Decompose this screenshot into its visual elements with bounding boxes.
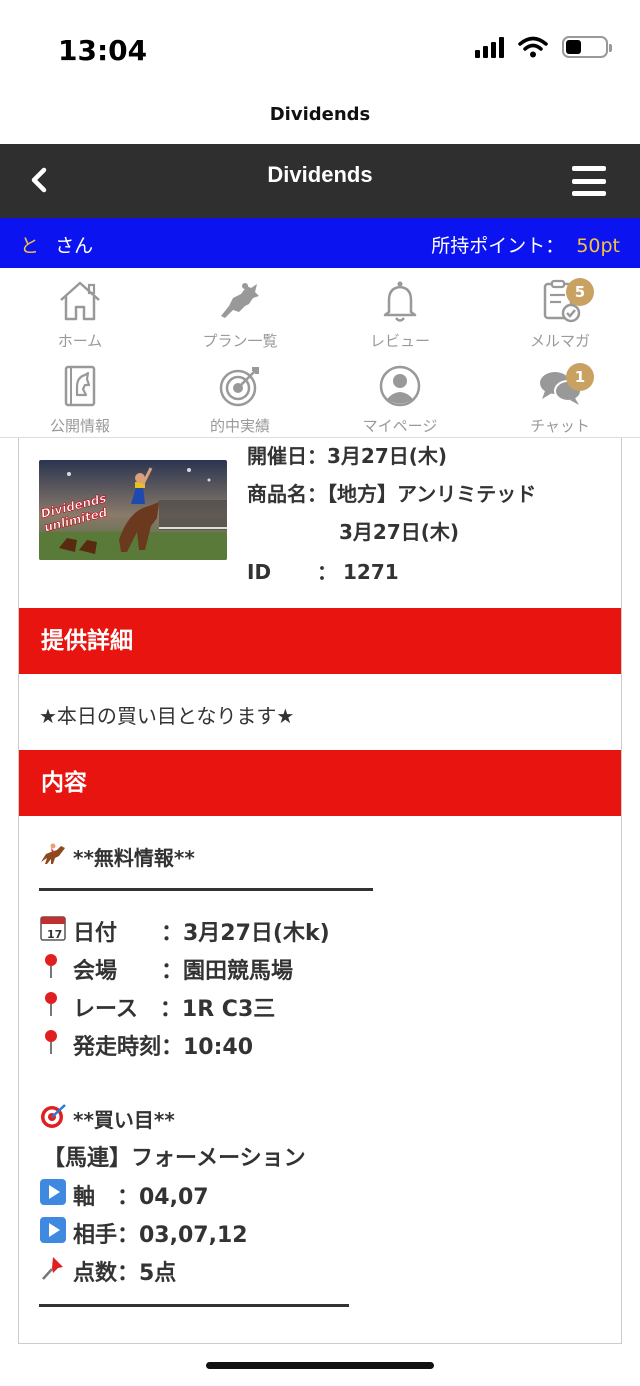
nav-label-mailmag: メルマガ: [529, 332, 590, 350]
details-text: ★本日の買い目となります★: [39, 704, 295, 728]
book-horse-icon: [64, 365, 96, 407]
target-icon: [219, 367, 259, 407]
hamburger-menu-icon[interactable]: [572, 166, 606, 196]
points-display: 所持ポイント： 50pt: [431, 231, 620, 258]
meta-name-label: 商品名：: [247, 482, 327, 506]
horse-icon: [221, 283, 259, 318]
nav-label-hits: 的中実績: [209, 417, 270, 435]
nav-label-mypage: マイページ: [362, 417, 438, 435]
play-button-icon: [39, 1216, 69, 1250]
nav-item-home[interactable]: ホーム: [0, 268, 160, 353]
venue-line-text: 会場 ：園田競馬場: [73, 959, 294, 984]
chat-badge: 1: [566, 363, 594, 391]
user-name: と さん: [20, 231, 93, 258]
date-line: 17 日付 ：3月27日(木k): [39, 914, 330, 948]
free-info-text: **無料情報**: [73, 846, 195, 870]
user-bar: と さん 所持ポイント： 50pt: [0, 218, 640, 268]
nav-label-review: レビュー: [369, 332, 430, 350]
section-heading-contents: 内容: [19, 750, 621, 816]
buy-title: **買い目**: [39, 1102, 175, 1135]
partner-line: 相手：03,07,12: [39, 1216, 248, 1250]
app-header: Dividends: [0, 144, 640, 218]
product-image: Dividends unlimited: [39, 460, 227, 560]
divider: [39, 1304, 349, 1307]
pushpin-icon: [39, 1254, 69, 1288]
user-name-suffix: さん: [55, 235, 94, 257]
partner-line-text: 相手：03,07,12: [73, 1223, 248, 1248]
home-indicator[interactable]: [206, 1362, 434, 1369]
meta-id-sep: ：: [317, 560, 337, 584]
buy-title-text: **買い目**: [73, 1108, 175, 1132]
bell-icon: [383, 281, 417, 322]
nav-grid: ホーム プラン一覧 レビュー メルマガ 5 公開情報 的中実績 マイページ チャ…: [0, 268, 640, 438]
count-line-text: 点数：5点: [73, 1261, 177, 1286]
date-line-text: 日付 ：3月27日(木k): [73, 921, 330, 946]
app-title: Dividends: [267, 162, 373, 187]
calendar-icon: 17: [39, 914, 69, 948]
pin-icon: [39, 1028, 69, 1062]
mailmag-badge: 5: [566, 278, 594, 306]
browser-title: Dividends: [269, 104, 371, 125]
pin-icon: [39, 990, 69, 1024]
nav-item-hits[interactable]: 的中実績: [160, 353, 320, 438]
nav-item-mailmag[interactable]: メルマガ 5: [480, 268, 640, 353]
meta-name-value-line2: 3月27日(木): [339, 520, 460, 544]
nav-item-review[interactable]: レビュー: [320, 268, 480, 353]
status-time: 13:04: [58, 34, 148, 67]
count-line: 点数：5点: [39, 1254, 176, 1288]
wifi-icon: [518, 36, 548, 58]
meta-id: ID ： 1271: [247, 556, 399, 585]
meta-date-label: 開催日：: [247, 444, 327, 468]
race-line: レース ：1R C3三: [39, 990, 275, 1024]
horse-racing-icon: [39, 842, 69, 871]
venue-line: 会場 ：園田競馬場: [39, 952, 293, 986]
meta-date-value: 3月27日(木): [327, 444, 448, 468]
nav-item-mypage[interactable]: マイページ: [320, 353, 480, 438]
dart-target-icon: [39, 1102, 69, 1135]
divider: [39, 888, 373, 891]
status-icons: [475, 36, 612, 58]
nav-label-plans: プラン一覧: [202, 332, 278, 350]
meta-name: 商品名：【地方】アンリミテッド: [247, 478, 536, 507]
points-label: 所持ポイント：: [431, 235, 565, 257]
nav-label-chat: チャット: [530, 417, 590, 435]
nav-label-home: ホーム: [57, 332, 103, 350]
meta-name-value: 【地方】アンリミテッド: [327, 482, 537, 506]
nav-item-plans[interactable]: プラン一覧: [160, 268, 320, 353]
start-time-line-text: 発走時刻：10:40: [73, 1035, 254, 1060]
signal-icon: [475, 36, 504, 58]
axis-line-text: 軸 ：04,07: [73, 1185, 209, 1210]
axis-line: 軸 ：04,07: [39, 1178, 209, 1212]
meta-id-label: ID: [247, 560, 272, 584]
meta-id-value: 1271: [343, 560, 399, 584]
section-heading-details: 提供詳細: [19, 608, 621, 674]
pin-icon: [39, 952, 69, 986]
race-line-text: レース ：1R C3三: [73, 997, 276, 1022]
status-bar: 13:04: [0, 0, 640, 96]
bet-type-line: 【馬連】フォーメーション: [43, 1146, 306, 1171]
nav-item-public-info[interactable]: 公開情報: [0, 353, 160, 438]
user-name-initial: と: [20, 235, 40, 257]
play-button-icon: [39, 1178, 69, 1212]
battery-icon: [562, 36, 612, 58]
content-card: Dividends unlimited 開催日：3月27日(木) 商品名：【地方…: [18, 438, 622, 1344]
svg-text:17: 17: [47, 928, 62, 941]
nav-label-public-info: 公開情報: [49, 417, 110, 435]
free-info-title: **無料情報**: [39, 842, 195, 871]
home-icon: [60, 281, 100, 321]
start-time-line: 発走時刻：10:40: [39, 1028, 253, 1062]
points-value: 50pt: [576, 235, 620, 257]
user-icon: [379, 365, 421, 407]
nav-item-chat[interactable]: チャット 1: [480, 353, 640, 438]
meta-date: 開催日：3月27日(木): [247, 440, 447, 469]
